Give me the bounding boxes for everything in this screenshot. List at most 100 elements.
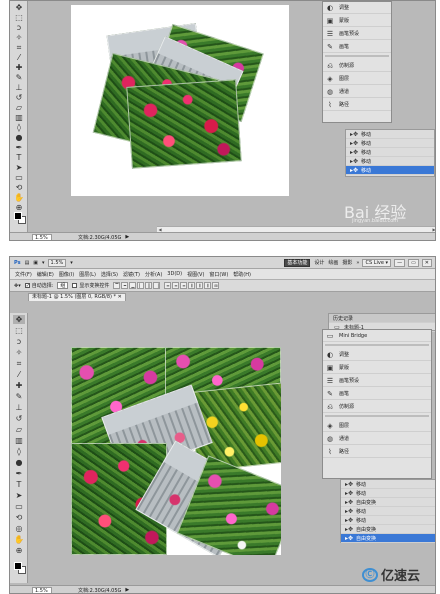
menu-item[interactable]: 窗口(W) <box>209 271 228 278</box>
menu-item[interactable]: 选择(S) <box>101 271 118 278</box>
history-state[interactable]: ▸✥ 移动 <box>341 480 435 489</box>
workspace-design-button[interactable]: 设计 <box>314 259 324 266</box>
history-brush-tool-icon[interactable]: ↺ <box>13 414 25 423</box>
path-select-tool-icon[interactable]: ➤ <box>13 491 25 500</box>
eyedropper-tool-icon[interactable]: ⁄ <box>13 53 25 62</box>
document-canvas[interactable] <box>71 5 289 196</box>
blur-tool-icon[interactable]: ◊ <box>13 447 25 456</box>
distribute-vcenter-icon[interactable]: ≡ <box>172 282 180 289</box>
align-left-icon[interactable]: ▏ <box>137 282 145 289</box>
stamp-tool-icon[interactable]: ⊥ <box>13 83 25 92</box>
3d-rotate-tool-icon[interactable]: ⟲ <box>13 513 25 522</box>
show-transform-checkbox[interactable] <box>72 283 78 288</box>
zoom-tool-icon[interactable]: ⊕ <box>13 546 25 555</box>
eraser-tool-icon[interactable]: ▱ <box>13 425 25 434</box>
blur-tool-icon[interactable]: ◊ <box>13 123 25 132</box>
marquee-tool-icon[interactable]: ⬚ <box>13 13 25 22</box>
distribute-top-icon[interactable]: ≡ <box>164 282 172 289</box>
panel-item-channels[interactable]: ◍ 通道 <box>323 433 431 445</box>
zoom-field[interactable]: 1.5% <box>32 586 52 593</box>
close-button[interactable]: ✕ <box>421 258 432 267</box>
zoom-tool-icon[interactable]: ⊕ <box>13 203 25 212</box>
shape-tool-icon[interactable]: ▭ <box>13 502 25 511</box>
zoom-level-dropdown[interactable]: 1.5% <box>47 258 67 267</box>
hand-tool-icon[interactable]: ✋ <box>13 535 25 544</box>
panel-item-brush[interactable]: ✎ 画笔 <box>323 388 431 400</box>
history-state[interactable]: ▸✥ 移动 <box>346 166 434 175</box>
menu-item[interactable]: 帮助(H) <box>233 271 251 278</box>
brush-tool-icon[interactable]: ✎ <box>13 392 25 401</box>
pen-tool-icon[interactable]: ✒ <box>13 143 25 152</box>
history-state[interactable]: ▸✥ 移动 <box>346 148 434 157</box>
view-extras-icon[interactable]: ▾ <box>42 260 45 266</box>
lasso-tool-icon[interactable]: ↄ <box>13 23 25 32</box>
maximize-button[interactable]: ▭ <box>408 258 419 267</box>
history-state[interactable]: ▸✥ 移动 <box>346 139 434 148</box>
path-select-tool-icon[interactable]: ➤ <box>13 163 25 172</box>
quick-select-tool-icon[interactable]: ✧ <box>13 33 25 42</box>
crop-tool-icon[interactable]: ⌗ <box>13 359 25 368</box>
panel-item-presets[interactable]: ☰ 画笔预设 <box>323 28 391 40</box>
align-bottom-icon[interactable]: ▁ <box>129 282 137 289</box>
document-tab[interactable]: 未标题-1 @ 1.5% (图层 0, RGB/8) * ✕ <box>28 293 126 301</box>
history-state[interactable]: ▸✥ 自由变换 <box>341 525 435 534</box>
dodge-tool-icon[interactable]: ● <box>13 133 25 142</box>
panel-item-mask[interactable]: ▣ 蒙版 <box>323 362 431 374</box>
panel-item-presets[interactable]: ☰ 画笔预设 <box>323 375 431 387</box>
distribute-bottom-icon[interactable]: ≡ <box>180 282 188 289</box>
panel-item-layers[interactable]: ◈ 图层 <box>323 73 391 85</box>
auto-align-icon[interactable]: ⊞ <box>212 282 220 289</box>
mini-bridge-icon[interactable]: ▣ <box>33 260 38 266</box>
panel-item-history[interactable]: ⎌ 仿制源 <box>323 60 391 72</box>
status-menu-icon[interactable]: ▶ <box>125 587 129 593</box>
status-menu-icon[interactable]: ▶ <box>125 234 129 240</box>
history-state[interactable]: ▸✥ 移动 <box>341 507 435 516</box>
gradient-tool-icon[interactable]: ▥ <box>13 436 25 445</box>
workspace-more-button[interactable]: » <box>356 260 359 266</box>
marquee-tool-icon[interactable]: ⬚ <box>13 326 25 335</box>
type-tool-icon[interactable]: T <box>13 153 25 162</box>
zoom-field[interactable]: 1.5% <box>32 233 52 240</box>
distribute-hcenter-icon[interactable]: ⫼ <box>196 282 204 289</box>
history-state[interactable]: ▸✥ 自由变换 <box>341 534 435 543</box>
history-state[interactable]: ▸✥ 移动 <box>341 516 435 525</box>
3d-rotate-tool-icon[interactable]: ⟲ <box>13 183 25 192</box>
workspace-painting-button[interactable]: 绘画 <box>328 259 338 266</box>
hand-tool-icon[interactable]: ✋ <box>13 193 25 202</box>
healing-tool-icon[interactable]: ✚ <box>13 381 25 390</box>
move-tool-icon[interactable]: ✥ <box>13 3 25 12</box>
align-middle-icon[interactable]: ═ <box>121 282 129 289</box>
show-transform-option[interactable]: 显示变换控件 <box>72 282 109 289</box>
history-state[interactable]: ▸✥ 移动 <box>346 130 434 139</box>
quick-select-tool-icon[interactable]: ✧ <box>13 348 25 357</box>
type-tool-icon[interactable]: T <box>13 480 25 489</box>
align-right-icon[interactable]: ▕ <box>153 282 161 289</box>
history-state[interactable]: ▸✥ 移动 <box>346 157 434 166</box>
eraser-tool-icon[interactable]: ▱ <box>13 103 25 112</box>
panel-item-mask[interactable]: ▣ 蒙版 <box>323 15 391 27</box>
history-brush-tool-icon[interactable]: ↺ <box>13 93 25 102</box>
healing-tool-icon[interactable]: ✚ <box>13 63 25 72</box>
panel-item-layers[interactable]: ◈ 图层 <box>323 420 431 432</box>
history-state[interactable]: ▸✥ 自由变换 <box>341 498 435 507</box>
panel-item-channels[interactable]: ◍ 通道 <box>323 86 391 98</box>
menu-item[interactable]: 编辑(E) <box>37 271 54 278</box>
workspace-photography-button[interactable]: 摄影 <box>342 259 352 266</box>
menu-item[interactable]: 滤镜(T) <box>123 271 140 278</box>
panel-item-adjust[interactable]: ◐ 调整 <box>323 349 431 361</box>
foreground-color-swatch[interactable] <box>14 562 22 570</box>
brush-tool-icon[interactable]: ✎ <box>13 73 25 82</box>
panel-item-paths[interactable]: ⌇ 路径 <box>323 446 431 458</box>
menu-item[interactable]: 图层(L) <box>79 271 96 278</box>
pen-tool-icon[interactable]: ✒ <box>13 469 25 478</box>
history-state[interactable]: ▸✥ 移动 <box>341 489 435 498</box>
lasso-tool-icon[interactable]: ↄ <box>13 337 25 346</box>
crop-tool-icon[interactable]: ⌗ <box>13 43 25 52</box>
move-tool-preset-icon[interactable]: ✥▾ <box>14 283 21 289</box>
3d-orbit-tool-icon[interactable]: ◎ <box>13 524 25 533</box>
shape-tool-icon[interactable]: ▭ <box>13 173 25 182</box>
panel-item-brush[interactable]: ✎ 画笔 <box>323 41 391 53</box>
distribute-right-icon[interactable]: ⫼ <box>204 282 212 289</box>
auto-select-option[interactable]: ✓ 自动选择: <box>24 282 53 289</box>
menu-item[interactable]: 3D(D) <box>167 271 182 277</box>
